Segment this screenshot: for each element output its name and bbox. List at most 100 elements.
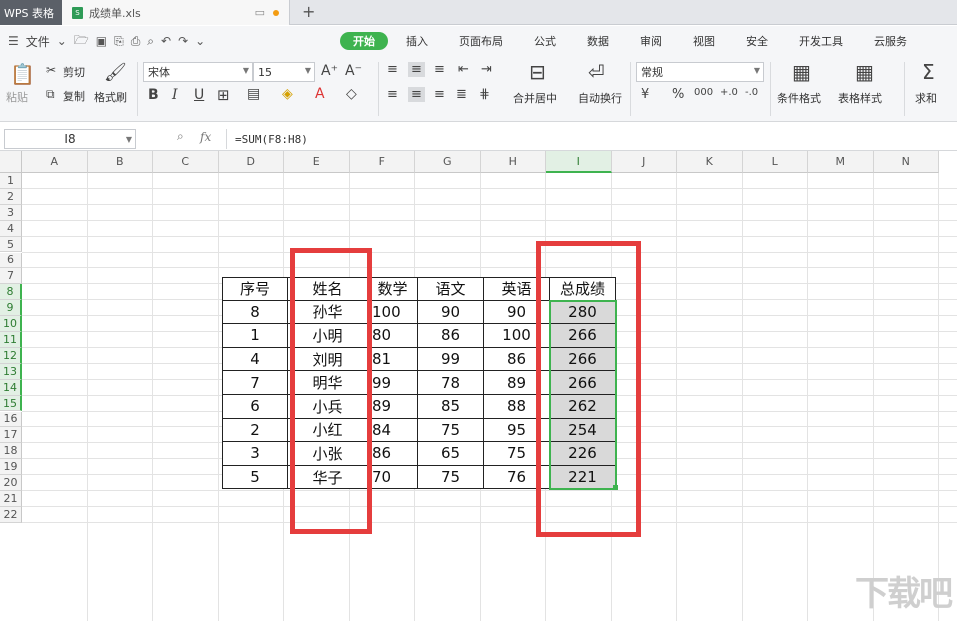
table-cell[interactable]: 86	[418, 324, 484, 348]
table-cell[interactable]: 100	[368, 300, 418, 325]
row-header-11[interactable]: 11	[0, 332, 22, 348]
column-header-I[interactable]: I	[546, 151, 612, 173]
cut-button[interactable]: 剪切	[63, 64, 85, 80]
row-header-13[interactable]: 13	[0, 363, 22, 380]
paste-button[interactable]: 粘贴	[6, 89, 28, 105]
table-style-button[interactable]: 表格样式	[838, 90, 882, 106]
merge-center-button[interactable]: 合并居中	[513, 90, 557, 106]
tab-home[interactable]: 开始	[340, 32, 388, 50]
table-cell[interactable]: 84	[368, 418, 418, 443]
tab-developer[interactable]: 开发工具	[786, 32, 856, 50]
table-cell[interactable]: 81	[368, 347, 418, 372]
bold-icon[interactable]: B	[148, 87, 159, 103]
align-top-icon[interactable]: ≡	[387, 62, 398, 77]
italic-icon[interactable]: I	[172, 87, 178, 103]
table-cell[interactable]: 89	[484, 371, 550, 395]
align-bottom-icon[interactable]: ≡	[434, 62, 445, 77]
row-header-7[interactable]: 7	[0, 268, 22, 285]
print-icon[interactable]: ⎙	[131, 34, 141, 49]
font-size-select[interactable]: 15 ▼	[253, 62, 315, 82]
column-header-B[interactable]: B	[87, 151, 153, 173]
row-header-12[interactable]: 12	[0, 347, 22, 364]
undo-icon[interactable]: ↶	[161, 34, 171, 48]
table-cell[interactable]: 100	[484, 324, 550, 348]
table-cell[interactable]: 小张	[288, 442, 368, 466]
table-cell[interactable]: 75	[418, 418, 484, 443]
column-header-M[interactable]: M	[808, 151, 874, 173]
table-cell[interactable]: 76	[484, 465, 550, 490]
table-cell[interactable]: 86	[368, 442, 418, 466]
decrease-font-icon[interactable]: A⁻	[345, 63, 362, 79]
column-header-K[interactable]: K	[677, 151, 743, 173]
tab-review[interactable]: 审阅	[627, 32, 675, 50]
table-cell[interactable]: 280	[550, 300, 616, 325]
row-header-17[interactable]: 17	[0, 427, 22, 444]
table-cell[interactable]: 90	[418, 300, 484, 325]
table-style-icon[interactable]: ▦	[855, 60, 874, 84]
row-header-6[interactable]: 6	[0, 252, 22, 269]
table-cell[interactable]: 明华	[288, 371, 368, 395]
table-cell[interactable]: 2	[222, 418, 288, 443]
column-header-F[interactable]: F	[349, 151, 415, 173]
table-cell[interactable]: 小红	[288, 418, 368, 443]
format-painter-icon[interactable]: 🖌	[104, 62, 127, 83]
tab-view[interactable]: 视图	[680, 32, 728, 50]
file-menu[interactable]: 文件	[26, 33, 50, 50]
table-cell[interactable]: 88	[484, 395, 550, 419]
row-header-21[interactable]: 21	[0, 491, 22, 507]
column-header-L[interactable]: L	[742, 151, 808, 173]
print-preview-icon[interactable]: ⌕	[147, 34, 154, 49]
tab-cloud-service[interactable]: 云服务	[861, 32, 920, 50]
open-folder-icon[interactable]: 🗁	[74, 31, 89, 52]
row-header-9[interactable]: 9	[0, 300, 22, 317]
table-cell[interactable]: 5	[222, 465, 288, 490]
hamburger-icon[interactable]: ☰	[8, 34, 19, 48]
customize-icon[interactable]: ⌄	[195, 34, 205, 48]
currency-icon[interactable]: ¥	[641, 87, 649, 102]
redo-icon[interactable]: ↷	[178, 34, 188, 48]
table-cell[interactable]: 254	[550, 418, 616, 443]
row-header-22[interactable]: 22	[0, 506, 22, 523]
conditional-format-button[interactable]: 条件格式	[777, 90, 821, 106]
name-box[interactable]: I8 ▼	[4, 129, 136, 149]
table-cell[interactable]: 266	[550, 324, 616, 348]
formula-input[interactable]: =SUM(F8:H8)	[226, 129, 957, 149]
row-header-8[interactable]: 8	[0, 284, 22, 301]
save-icon[interactable]: ▣	[96, 34, 107, 48]
copy-icon[interactable]: ⧉	[46, 87, 55, 102]
new-tab-plus-icon[interactable]: +	[302, 2, 315, 21]
row-header-5[interactable]: 5	[0, 236, 22, 253]
column-header-G[interactable]: G	[415, 151, 481, 173]
row-header-1[interactable]: 1	[0, 173, 22, 189]
wrap-text-button[interactable]: 自动换行	[578, 90, 622, 106]
table-cell[interactable]: 小兵	[288, 395, 368, 419]
spreadsheet-grid[interactable]: A B C D E F G H I J K L M N 1 2 3 4 5 6 7 8 9 10 11 12 13 14 15 16 17 1…	[0, 151, 957, 621]
table-cell[interactable]: 1	[222, 324, 288, 348]
table-cell[interactable]: 小明	[288, 324, 368, 348]
table-cell[interactable]: 刘明	[288, 347, 368, 372]
table-cell[interactable]: 95	[484, 418, 550, 443]
table-cell[interactable]: 99	[418, 347, 484, 372]
table-cell[interactable]: 4	[222, 347, 288, 372]
row-header-20[interactable]: 20	[0, 475, 22, 491]
copy-button[interactable]: 复制	[63, 88, 85, 104]
table-cell[interactable]: 262	[550, 395, 616, 419]
chevron-down-icon[interactable]: ⌄	[57, 34, 67, 48]
table-header-cell[interactable]: 数学	[368, 277, 418, 301]
font-name-select[interactable]: 宋体 ▼	[143, 62, 253, 82]
monitor-icon[interactable]: ▭	[255, 6, 265, 19]
column-header-N[interactable]: N	[873, 151, 939, 173]
table-cell[interactable]: 266	[550, 371, 616, 395]
fill-handle[interactable]	[613, 485, 618, 491]
table-cell[interactable]: 70	[368, 465, 418, 490]
export-icon[interactable]: ⎘	[114, 34, 124, 49]
table-header-cell[interactable]: 总成绩	[550, 277, 616, 301]
column-header-C[interactable]: C	[153, 151, 219, 173]
table-cell[interactable]: 266	[550, 347, 616, 372]
row-header-14[interactable]: 14	[0, 379, 22, 396]
increase-decimal-icon[interactable]: +.0	[720, 87, 738, 98]
align-right-icon[interactable]: ≡	[434, 87, 445, 102]
table-header-cell[interactable]: 序号	[222, 277, 288, 301]
table-cell[interactable]: 85	[418, 395, 484, 419]
row-header-15[interactable]: 15	[0, 395, 22, 412]
